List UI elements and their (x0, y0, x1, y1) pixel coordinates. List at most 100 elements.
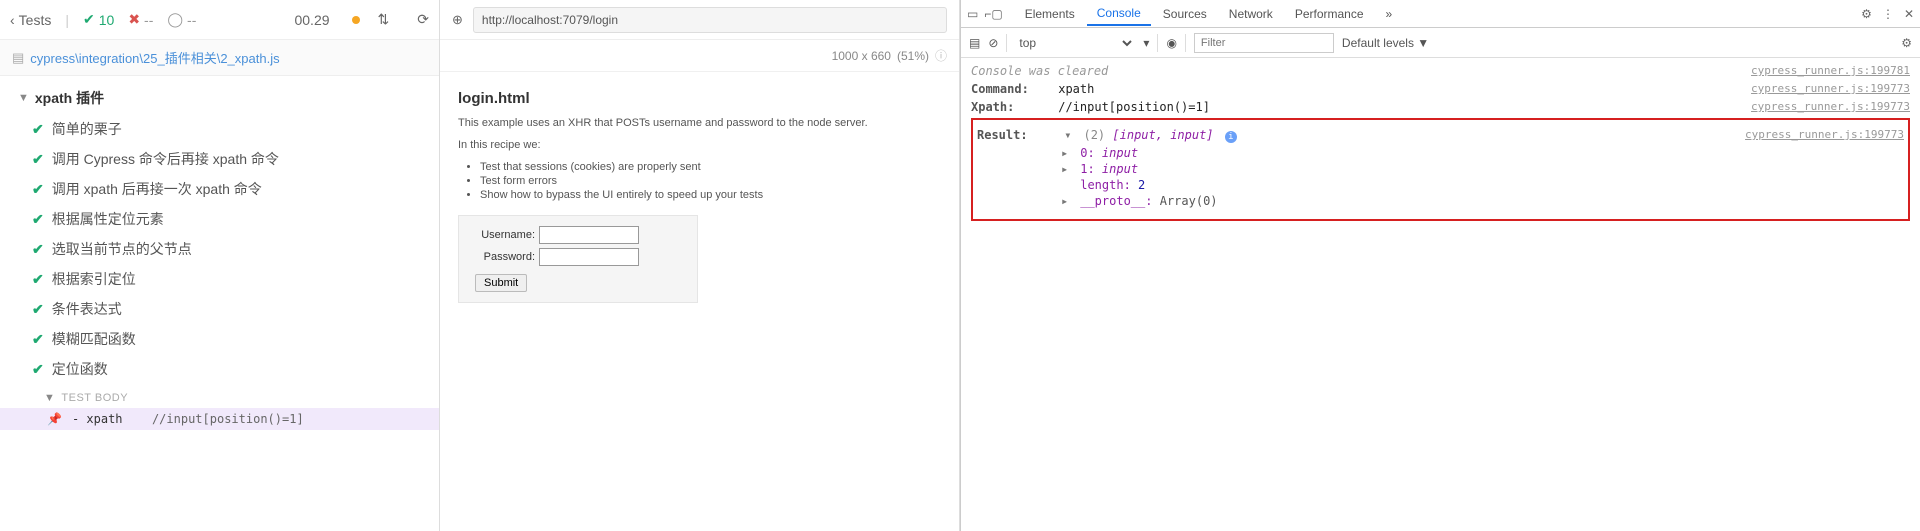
inspect-icon[interactable]: ▭ (967, 7, 978, 21)
test-item[interactable]: ✔ 调用 xpath 后再接一次 xpath 命令 (0, 174, 439, 204)
tree-key: length: (1080, 178, 1131, 192)
selector-target-icon[interactable]: ⊕ (452, 12, 463, 28)
log-levels[interactable]: Default levels ▼ (1342, 36, 1429, 50)
app-preview: ⊕ http://localhost:7079/login 1000 x 660… (440, 0, 960, 531)
test-item[interactable]: ✔调用 Cypress 命令后再接 xpath 命令 (0, 144, 439, 174)
check-icon: ✔ (32, 271, 44, 288)
password-input[interactable] (539, 248, 639, 266)
list-item: Test that sessions (cookies) are properl… (480, 161, 941, 173)
file-path-text[interactable]: cypress\integration\25_插件相关\2_xpath.js (30, 48, 279, 67)
result-summary[interactable]: ▾ (2) [input, input] i (1064, 128, 1237, 142)
list-item: Show how to bypass the UI entirely to sp… (480, 189, 941, 201)
status-dot (352, 16, 360, 24)
console-line: Command: xpath cypress_runner.js:199773 (971, 80, 1910, 98)
source-link[interactable]: cypress_runner.js:199773 (1745, 128, 1904, 143)
test-item[interactable]: ✔ 选取当前节点的父节点 (0, 234, 439, 264)
test-body-label: TEST BODY (61, 392, 128, 404)
clear-console-icon[interactable]: ⊘ (988, 36, 998, 50)
close-icon[interactable]: ✕ (1904, 7, 1914, 21)
fail-count: -- (144, 12, 153, 28)
command-label: Command: (971, 82, 1051, 96)
test-label: 调用 xpath 后再接一次 xpath 命令 (52, 179, 262, 199)
suite-title-row[interactable]: ▼ xpath 插件 (0, 82, 439, 114)
back-to-tests[interactable]: ‹ Tests (10, 12, 51, 28)
console-toolbar: ▤ ⊘ top ▾ ◉ Default levels ▼ ⚙ (961, 28, 1920, 58)
test-item[interactable]: ✔ 定位函数 (0, 354, 439, 384)
test-item[interactable]: ✔ 条件表达式 (0, 294, 439, 324)
context-selector[interactable]: top (1015, 35, 1135, 51)
console-body: Console was cleared cypress_runner.js:19… (961, 58, 1920, 531)
tree-line: length: 2 (1061, 177, 1904, 193)
timer: 00.29 (294, 12, 329, 28)
test-item[interactable]: ✔简单的栗子 (0, 114, 439, 144)
check-icon: ✔ (32, 361, 44, 378)
tree-line[interactable]: ▸ 1: input (1061, 161, 1904, 177)
info-icon[interactable]: ⓘ (935, 47, 947, 64)
file-icon: ▤ (12, 50, 24, 66)
recipe-intro: In this recipe we: (458, 139, 941, 151)
sidebar-toggle-icon[interactable]: ▤ (969, 36, 980, 50)
console-line: Xpath: //input[position()=1] cypress_run… (971, 98, 1910, 116)
check-icon: ✔ (32, 301, 44, 318)
eye-icon[interactable]: ◉ (1166, 36, 1176, 50)
gear-icon[interactable]: ⚙ (1861, 7, 1872, 21)
test-item[interactable]: ✔ 根据索引定位 (0, 264, 439, 294)
devtools-panel: ▭ ⌐▢ Elements Console Sources Network Pe… (960, 0, 1920, 531)
caret-down-icon: ▼ (18, 92, 29, 104)
source-link[interactable]: cypress_runner.js:199773 (1751, 82, 1910, 96)
result-items: [input, input] (1112, 128, 1213, 142)
filter-input[interactable] (1194, 33, 1334, 53)
device-icon[interactable]: ⌐▢ (984, 7, 1002, 21)
command-kv: Command: xpath (971, 82, 1751, 96)
caret-down-icon: ▼ (44, 392, 55, 404)
expand-collapse-icon[interactable]: ⇅ (378, 11, 390, 28)
kebab-icon[interactable]: ⋮ (1882, 7, 1894, 21)
command-row[interactable]: 📌 - xpath //input[position()=1] (0, 408, 439, 430)
check-icon: ✔ (32, 151, 44, 168)
tree-line[interactable]: ▸ 0: input (1061, 145, 1904, 161)
tree-key: 0: (1080, 146, 1094, 160)
test-label: 定位函数 (52, 359, 108, 379)
chevron-left-icon: ‹ (10, 12, 15, 28)
tab-network[interactable]: Network (1219, 3, 1283, 25)
test-item[interactable]: ✔根据属性定位元素 (0, 204, 439, 234)
test-label: 选取当前节点的父节点 (52, 239, 192, 259)
pass-count: 10 (99, 12, 115, 28)
reload-icon[interactable]: ⟳ (417, 11, 429, 28)
test-label: 模糊匹配函数 (52, 329, 136, 349)
tab-elements[interactable]: Elements (1015, 3, 1085, 25)
url-bar[interactable]: http://localhost:7079/login (473, 7, 947, 33)
test-label: 根据索引定位 (52, 269, 136, 289)
form-row-password: Password: (475, 248, 687, 266)
command-arg: //input[position()=1] (152, 412, 304, 426)
tree-val: 2 (1138, 178, 1145, 192)
tree-val: input (1102, 146, 1138, 160)
source-link[interactable]: cypress_runner.js:199773 (1751, 100, 1910, 114)
test-body-label-row[interactable]: ▼ TEST BODY (0, 388, 439, 408)
result-box: Result: ▾ (2) [input, input] i cypress_r… (971, 118, 1910, 221)
divider (1157, 34, 1158, 52)
tab-performance[interactable]: Performance (1285, 3, 1374, 25)
caret-right-icon: ▸ (1061, 146, 1071, 160)
form-row-username: Username: (475, 226, 687, 244)
check-icon: ✔ (32, 181, 44, 198)
gear-icon[interactable]: ⚙ (1901, 36, 1912, 50)
username-input[interactable] (539, 226, 639, 244)
tab-sources[interactable]: Sources (1153, 3, 1217, 25)
tab-console[interactable]: Console (1087, 2, 1151, 26)
dock-icons: ▭ ⌐▢ (967, 7, 1003, 21)
check-icon: ✔ (32, 331, 44, 348)
check-icon: ✔ (32, 241, 44, 258)
url-text: http://localhost:7079/login (482, 13, 618, 27)
test-item[interactable]: ✔ 模糊匹配函数 (0, 324, 439, 354)
tab-more[interactable]: » (1376, 3, 1403, 25)
command-value: xpath (1058, 82, 1094, 96)
x-icon: ✖ (128, 11, 140, 28)
tree-val: Array(0) (1160, 194, 1218, 208)
divider: | (65, 12, 69, 28)
stat-failed: ✖ -- (128, 11, 153, 28)
submit-button[interactable]: Submit (475, 274, 527, 292)
source-link[interactable]: cypress_runner.js:199781 (1751, 64, 1910, 78)
test-label: 条件表达式 (52, 299, 122, 319)
tree-line[interactable]: ▸ __proto__: Array(0) (1061, 193, 1904, 209)
